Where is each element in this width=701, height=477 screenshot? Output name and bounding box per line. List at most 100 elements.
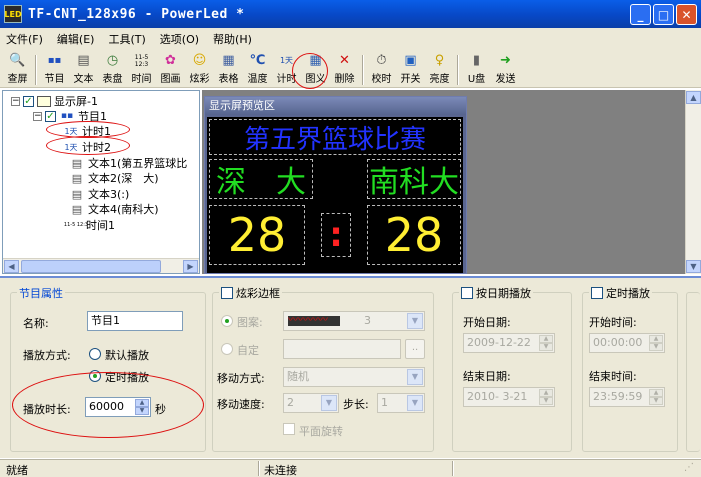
toolbar-temperature-button[interactable]: ℃ 温度 xyxy=(244,53,271,85)
spin-up-icon[interactable]: ▲ xyxy=(539,335,553,343)
spin-down-icon[interactable]: ▼ xyxy=(649,397,663,405)
timed-play-checkbox[interactable] xyxy=(591,287,603,299)
plane-rotate-checkbox[interactable] xyxy=(283,423,295,435)
move-speed-select[interactable]: 2 ▼ xyxy=(283,393,339,413)
menu-tools[interactable]: 工具(T) xyxy=(108,31,145,47)
tree-timer2-node[interactable]: 1天 计时2 xyxy=(63,140,111,154)
menu-file[interactable]: 文件(F) xyxy=(6,31,43,47)
scroll-down-arrow-icon[interactable]: ▼ xyxy=(686,260,701,273)
toolbar-colorful-button[interactable]: ☺ 炫彩 xyxy=(186,53,213,85)
tree-text4-node[interactable]: ▤ 文本4(南科大) xyxy=(69,202,159,217)
colorful-border-legend[interactable]: 炫彩边框 xyxy=(219,285,282,301)
custom-pattern-input[interactable] xyxy=(283,339,401,359)
date-play-checkbox[interactable] xyxy=(461,287,473,299)
magnifier-icon: 🔍 xyxy=(9,53,26,68)
toolbar-graph-button[interactable]: ▦ 图义 xyxy=(302,53,329,85)
scroll-up-arrow-icon[interactable]: ▲ xyxy=(686,91,701,104)
menu-options[interactable]: 选项(O) xyxy=(160,31,199,47)
start-date-input[interactable]: 2009-12-22 ▲ ▼ xyxy=(463,333,555,353)
tree-text2-node[interactable]: ▤ 文本2(深 大) xyxy=(69,171,159,186)
menu-help[interactable]: 帮助(H) xyxy=(213,31,252,47)
led-team-left[interactable]: 深 大 xyxy=(209,159,313,199)
dropdown-arrow-icon[interactable]: ▼ xyxy=(407,369,423,385)
toolbar-delete-button[interactable]: ✕ 删除 xyxy=(331,53,358,85)
toolbar-send-button[interactable]: ➜ 发送 xyxy=(492,53,519,85)
tree-time1-node[interactable]: 11-5 12:3 时间1 xyxy=(64,218,115,232)
pattern-radio[interactable] xyxy=(221,315,233,327)
spin-down-icon[interactable]: ▼ xyxy=(135,407,149,415)
tree-checkbox[interactable]: ✓ xyxy=(45,110,56,122)
end-time-spinner[interactable]: ▲ ▼ xyxy=(649,389,663,405)
dropdown-arrow-icon[interactable]: ▼ xyxy=(321,395,337,411)
tree-horizontal-scrollbar[interactable]: ◀ ▶ xyxy=(3,258,199,273)
spin-up-icon[interactable]: ▲ xyxy=(539,389,553,397)
start-date-spinner[interactable]: ▲ ▼ xyxy=(539,335,553,351)
move-mode-select[interactable]: 随机 ▼ xyxy=(283,367,425,387)
toolbar-picture-button[interactable]: ✿ 图画 xyxy=(157,53,184,85)
duration-input[interactable]: 60000 ▲ ▼ xyxy=(85,397,151,417)
end-time-label: 结束时间: xyxy=(589,370,637,383)
play-mode-timed-radio[interactable] xyxy=(89,370,101,382)
toolbar-usb-button[interactable]: ▮ U盘 xyxy=(463,53,490,85)
colorful-border-checkbox[interactable] xyxy=(221,287,233,299)
date-play-legend[interactable]: 按日期播放 xyxy=(459,285,533,301)
spin-up-icon[interactable]: ▲ xyxy=(649,335,663,343)
end-time-input[interactable]: 23:59:59 ▲ ▼ xyxy=(589,387,665,407)
tree-root-screen[interactable]: − ✓ 显示屏-1 xyxy=(11,94,98,108)
led-score-right[interactable]: 28 xyxy=(367,205,461,265)
toolbar-timer-button[interactable]: 1天 计时 xyxy=(273,53,300,85)
toolbar-brightness-button[interactable]: ♀ 亮度 xyxy=(426,53,453,85)
dropdown-arrow-icon[interactable]: ▼ xyxy=(407,313,423,329)
program-icon: ▪▪ xyxy=(47,55,62,66)
toolbar-power-button[interactable]: ▣ 开关 xyxy=(397,53,424,85)
timed-play-legend[interactable]: 定时播放 xyxy=(589,285,652,301)
program-name-input[interactable]: 节目1 xyxy=(87,311,183,331)
tree-checkbox[interactable]: ✓ xyxy=(23,95,34,107)
spin-up-icon[interactable]: ▲ xyxy=(649,389,663,397)
led-text-line1[interactable]: 第五界篮球比赛 xyxy=(209,119,461,155)
preview-vertical-scrollbar[interactable]: ▲ ▼ xyxy=(685,90,701,274)
end-date-input[interactable]: 2010- 3-21 ▲ ▼ xyxy=(463,387,555,407)
expand-toggle-icon[interactable]: − xyxy=(33,111,42,121)
program-tree[interactable]: − ✓ 显示屏-1 − ✓ ▪▪ 节目1 1天 计时1 1天 计时2 ▤ 文本1… xyxy=(2,90,200,274)
toolbar-table-button[interactable]: ▦ 表格 xyxy=(215,53,242,85)
scroll-left-arrow-icon[interactable]: ◀ xyxy=(4,260,19,273)
scroll-right-arrow-icon[interactable]: ▶ xyxy=(183,260,198,273)
spin-up-icon[interactable]: ▲ xyxy=(135,399,149,407)
tree-text1-node[interactable]: ▤ 文本1(第五界篮球比 xyxy=(69,156,188,171)
start-time-input[interactable]: 00:00:00 ▲ ▼ xyxy=(589,333,665,353)
toolbar-calibrate-time-button[interactable]: ⏱ 校时 xyxy=(368,53,395,85)
toolbar-find-screen-button[interactable]: 🔍 查屏 xyxy=(4,53,31,85)
maximize-button[interactable]: □ xyxy=(653,4,674,25)
scroll-thumb[interactable] xyxy=(21,260,161,273)
led-colon[interactable]: : xyxy=(321,213,351,257)
menu-edit[interactable]: 编辑(E) xyxy=(57,31,95,47)
minimize-button[interactable]: _ xyxy=(630,4,651,25)
end-date-label: 结束日期: xyxy=(463,370,511,383)
close-button[interactable]: ✕ xyxy=(676,4,697,25)
start-time-spinner[interactable]: ▲ ▼ xyxy=(649,335,663,351)
tree-program-node[interactable]: − ✓ ▪▪ 节目1 xyxy=(33,109,107,123)
custom-radio[interactable] xyxy=(221,343,233,355)
resize-grip-icon[interactable]: ⋰ xyxy=(684,462,694,473)
expand-toggle-icon[interactable]: − xyxy=(11,96,20,106)
spin-down-icon[interactable]: ▼ xyxy=(539,343,553,351)
pattern-select[interactable]: 〰〰〰〰 3 ▼ xyxy=(283,311,425,331)
tree-timer1-node[interactable]: 1天 计时1 xyxy=(63,124,111,138)
led-team-right[interactable]: 南科大 xyxy=(367,159,461,199)
grid-icon: ▦ xyxy=(309,53,322,68)
led-score-left[interactable]: 28 xyxy=(209,205,305,265)
toolbar-dial-button[interactable]: ◷ 表盘 xyxy=(99,53,126,85)
tree-text3-node[interactable]: ▤ 文本3(:) xyxy=(69,187,130,202)
duration-spinner[interactable]: ▲ ▼ xyxy=(135,399,149,415)
toolbar-program-button[interactable]: ▪▪ 节目 xyxy=(41,53,68,85)
step-select[interactable]: 1 ▼ xyxy=(377,393,425,413)
end-date-spinner[interactable]: ▲ ▼ xyxy=(539,389,553,405)
play-mode-default-radio[interactable] xyxy=(89,348,101,360)
custom-browse-button[interactable]: .. xyxy=(405,339,425,359)
dropdown-arrow-icon[interactable]: ▼ xyxy=(407,395,423,411)
toolbar-time-button[interactable]: 11-5 12:3 时间 xyxy=(128,53,155,85)
spin-down-icon[interactable]: ▼ xyxy=(649,343,663,351)
spin-down-icon[interactable]: ▼ xyxy=(539,397,553,405)
toolbar-text-button[interactable]: ▤ 文本 xyxy=(70,53,97,85)
